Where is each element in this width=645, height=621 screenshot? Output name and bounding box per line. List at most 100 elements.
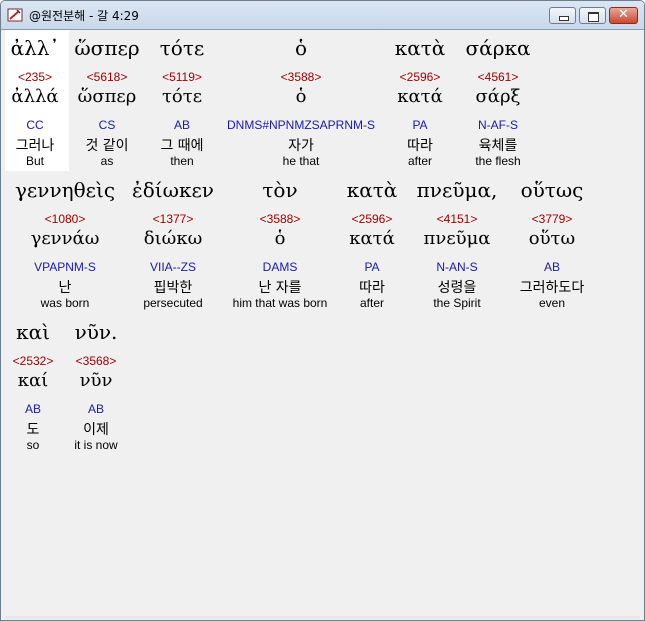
word-block[interactable]: τότε <5119> τότε AB 그 때에 then <box>149 36 215 176</box>
strongs-number: <2596> <box>399 70 441 84</box>
korean-gloss: 따라 <box>407 138 433 154</box>
word-block[interactable]: πνεῦμα, <4151> πνεῦμα N-AN-S 성령을 the Spi… <box>411 178 503 318</box>
korean-gloss: 난 자를 <box>258 280 302 296</box>
greek-word: ὥσπερ <box>74 36 140 60</box>
word-block[interactable]: γεννηθεὶς <1080> γεννάω VPAPNM-S 난 was b… <box>11 178 119 318</box>
app-window: @원전분해 - 갈 4:29 ✕ ἀλλ᾽ <235> ἀλλά CC 그러나 … <box>0 0 645 621</box>
english-gloss: after <box>407 154 432 168</box>
close-icon: ✕ <box>618 7 629 22</box>
lemma: ἀλλά <box>11 86 59 107</box>
english-gloss: so <box>26 438 40 452</box>
lemma: νῦν <box>79 370 113 391</box>
greek-word: τότε <box>159 36 205 60</box>
strongs-number: <235> <box>17 70 53 84</box>
lemma: καί <box>17 370 49 391</box>
korean-gloss: 그러하도다 <box>519 280 585 296</box>
word-block[interactable]: ἐδίωκεν <1377> διώκω VIIA--ZS 핍박한 persec… <box>127 178 219 318</box>
word-block[interactable]: ὁ <3588> ὁ DNMS#NPNMZSAPRNM-S 자가 he that <box>221 36 381 176</box>
strongs-number: <3588> <box>280 70 322 84</box>
parsing-code: PA <box>364 260 380 274</box>
word-block[interactable]: τὸν <3588> ὁ DAMS 난 자를 him that was born <box>223 178 337 318</box>
minimize-button[interactable] <box>549 7 576 24</box>
app-icon <box>7 8 23 22</box>
english-gloss: even <box>538 296 566 310</box>
lemma: διώκω <box>143 228 203 249</box>
parsing-code: AB <box>173 118 190 132</box>
word-block[interactable]: σάρκα <4561> σάρξ N-AF-S 육체를 the flesh <box>459 36 537 176</box>
lemma: κατά <box>397 86 443 107</box>
strongs-number: <4151> <box>436 212 478 226</box>
interlinear-pane[interactable]: ἀλλ᾽ <235> ἀλλά CC 그러나 But ὥσπερ <5618> … <box>5 30 640 616</box>
strongs-number: <3568> <box>75 354 117 368</box>
english-gloss: him that was born <box>232 296 328 310</box>
parsing-code: CC <box>26 118 44 132</box>
maximize-icon <box>588 12 599 22</box>
english-gloss: the flesh <box>475 154 521 168</box>
korean-gloss: 도 <box>26 422 40 438</box>
english-gloss: persecuted <box>143 296 203 310</box>
english-gloss: he that <box>282 154 320 168</box>
korean-gloss: 난 <box>58 280 72 296</box>
strongs-number: <3588> <box>259 212 301 226</box>
close-button[interactable]: ✕ <box>609 7 638 24</box>
korean-gloss: 그러나 <box>15 138 55 154</box>
english-gloss: But <box>25 154 44 168</box>
parsing-code: AB <box>87 402 104 416</box>
korean-gloss: 육체를 <box>478 138 518 154</box>
word-block[interactable]: ἀλλ᾽ <235> ἀλλά CC 그러나 But <box>5 36 65 176</box>
strongs-number: <1080> <box>44 212 86 226</box>
lemma: πνεῦμα <box>423 228 491 249</box>
greek-word: πνεῦμα, <box>416 178 498 202</box>
greek-word: οὕτως <box>520 178 584 202</box>
parsing-code: PA <box>412 118 428 132</box>
word-block[interactable]: κατὰ <2596> κατά PA 따라 after <box>389 36 451 176</box>
parsing-code: VIIA--ZS <box>149 260 196 274</box>
english-gloss: then <box>170 154 194 168</box>
greek-word: τὸν <box>262 178 298 202</box>
lemma: γεννάω <box>30 228 100 249</box>
word-block[interactable]: κατὰ <2596> κατά PA 따라 after <box>339 178 405 318</box>
bottom-edge <box>5 616 640 619</box>
english-gloss: was born <box>40 296 90 310</box>
greek-word: σάρκα <box>465 36 531 60</box>
word-block[interactable]: καὶ <2532> καί AB 도 so <box>7 320 59 460</box>
maximize-button[interactable] <box>579 7 606 24</box>
parsing-code: DAMS <box>262 260 298 274</box>
english-gloss: after <box>359 296 384 310</box>
lemma: κατά <box>349 228 395 249</box>
korean-gloss: 것 같이 <box>85 138 129 154</box>
korean-gloss: 성령을 <box>437 280 477 296</box>
parsing-code: AB <box>543 260 560 274</box>
parsing-code: N-AN-S <box>436 260 478 274</box>
greek-word: καὶ <box>16 320 50 344</box>
lemma: σάρξ <box>475 86 521 107</box>
greek-word: ἀλλ᾽ <box>10 36 60 60</box>
lemma: ὁ <box>295 86 307 107</box>
strongs-number: <2532> <box>12 354 54 368</box>
word-block[interactable]: ὥσπερ <5618> ὥσπερ CS 것 같이 as <box>69 36 145 176</box>
greek-word: κατὰ <box>346 178 398 202</box>
english-gloss: it is now <box>74 438 118 452</box>
strongs-number: <5119> <box>162 70 202 84</box>
korean-gloss: 그 때에 <box>160 138 204 154</box>
lemma: ὁ <box>274 228 286 249</box>
korean-gloss: 따라 <box>359 280 385 296</box>
parsing-code: N-AF-S <box>478 118 518 132</box>
english-gloss: the Spirit <box>433 296 481 310</box>
strongs-number: <3779> <box>531 212 573 226</box>
word-block[interactable]: οὕτως <3779> οὕτω AB 그러하도다 even <box>507 178 597 318</box>
korean-gloss: 자가 <box>288 138 314 154</box>
word-block[interactable]: νῦν. <3568> νῦν AB 이제 it is now <box>65 320 127 460</box>
minimize-icon <box>559 16 569 21</box>
korean-gloss: 이제 <box>83 422 109 438</box>
parsing-code: CS <box>98 118 116 132</box>
parsing-code: AB <box>24 402 41 416</box>
lemma: οὕτω <box>528 228 576 249</box>
greek-word: ἐδίωκεν <box>132 178 214 202</box>
lemma: ὥσπερ <box>77 86 137 107</box>
greek-word: κατὰ <box>394 36 446 60</box>
strongs-number: <5618> <box>86 70 128 84</box>
title-bar[interactable]: @원전분해 - 갈 4:29 ✕ <box>1 1 644 30</box>
parsing-code: VPAPNM-S <box>34 260 96 274</box>
strongs-number: <1377> <box>152 212 194 226</box>
